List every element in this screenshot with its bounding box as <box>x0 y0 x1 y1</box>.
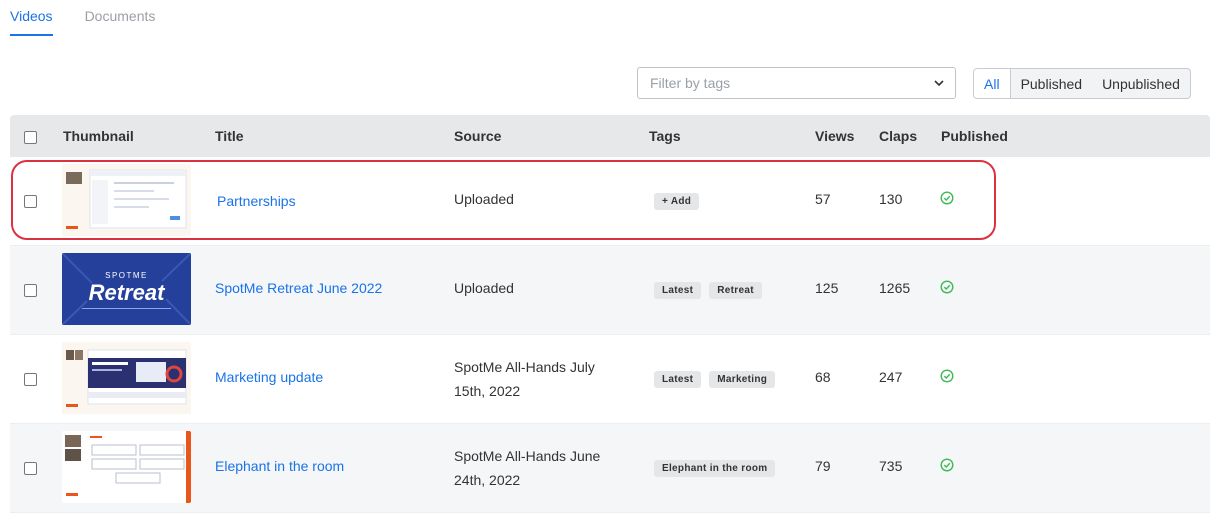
video-source: Uploaded <box>454 191 514 207</box>
select-all-checkbox[interactable] <box>24 131 37 144</box>
thumbnail-image <box>62 164 191 236</box>
tag-filter-select[interactable]: Filter by tags <box>637 67 956 99</box>
claps-count: 1265 <box>879 280 911 296</box>
source-line: 24th, 2022 <box>454 472 521 488</box>
video-title-link[interactable]: Marketing update <box>215 369 323 385</box>
row-checkbox[interactable] <box>24 195 37 208</box>
video-title-link[interactable]: SpotMe Retreat June 2022 <box>215 280 382 296</box>
tags-cell: Latest Marketing <box>654 369 783 388</box>
tag-badge[interactable]: Retreat <box>709 282 762 299</box>
table-row[interactable]: SPOTME Retreat SpotMe Retreat June 2022 … <box>10 246 1210 335</box>
tag-badge[interactable]: Elephant in the room <box>654 460 776 477</box>
source-line: SpotMe All-Hands July <box>454 359 595 375</box>
tag-filter-placeholder: Filter by tags <box>650 75 731 91</box>
claps-count: 130 <box>879 191 903 207</box>
header-claps: Claps <box>879 128 918 144</box>
table-row[interactable]: Partnerships Uploaded + Add 57 130 <box>10 157 1210 246</box>
row-checkbox[interactable] <box>24 284 37 297</box>
header-views: Views <box>815 128 855 144</box>
thumbnail-headline-text: Retreat <box>89 280 166 305</box>
table-row[interactable]: Marketing update SpotMe All-Hands July 1… <box>10 335 1210 424</box>
thumbnail-image <box>62 342 191 414</box>
video-source: Uploaded <box>454 280 514 296</box>
filter-published-button[interactable]: Published <box>1011 69 1093 98</box>
tag-badge[interactable]: Latest <box>654 371 702 388</box>
table-row[interactable]: Elephant in the room SpotMe All-Hands Ju… <box>10 424 1210 513</box>
tags-cell: + Add <box>654 191 707 210</box>
video-thumbnail[interactable] <box>62 431 191 503</box>
filter-unpublished-button[interactable]: Unpublished <box>1092 69 1190 98</box>
claps-count: 247 <box>879 369 903 385</box>
header-source: Source <box>454 128 502 144</box>
video-source: SpotMe All-Hands July 15th, 2022 <box>454 355 595 403</box>
views-count: 79 <box>815 458 831 474</box>
row-checkbox[interactable] <box>24 373 37 386</box>
filter-all-button[interactable]: All <box>974 69 1011 98</box>
row-checkbox[interactable] <box>24 462 37 475</box>
header-thumbnail: Thumbnail <box>63 128 134 144</box>
content-tabs: Videos Documents <box>10 0 187 40</box>
views-count: 57 <box>815 191 831 207</box>
tags-cell: Elephant in the room <box>654 458 783 477</box>
video-thumbnail[interactable] <box>62 164 191 236</box>
views-count: 125 <box>815 280 839 296</box>
source-line: SpotMe All-Hands June <box>454 448 601 464</box>
tag-badge[interactable]: Latest <box>654 282 702 299</box>
video-title-link[interactable]: Partnerships <box>217 193 296 209</box>
video-source: SpotMe All-Hands June 24th, 2022 <box>454 444 600 492</box>
tab-documents[interactable]: Documents <box>85 0 156 36</box>
video-title-link[interactable]: Elephant in the room <box>215 458 344 474</box>
video-thumbnail[interactable] <box>62 342 191 414</box>
published-check-icon <box>940 280 954 294</box>
tab-videos[interactable]: Videos <box>10 0 53 36</box>
header-tags: Tags <box>649 128 681 144</box>
published-check-icon <box>940 458 954 472</box>
thumbnail-image <box>62 431 191 503</box>
tags-cell: Latest Retreat <box>654 280 770 299</box>
published-check-icon <box>940 369 954 383</box>
header-title: Title <box>215 128 244 144</box>
header-published: Published <box>941 128 1008 144</box>
claps-count: 735 <box>879 458 903 474</box>
chevron-down-icon <box>934 80 944 87</box>
thumbnail-image: SPOTME Retreat <box>62 253 191 325</box>
video-thumbnail[interactable]: SPOTME Retreat <box>62 253 191 325</box>
add-tag-button[interactable]: + Add <box>654 193 700 210</box>
views-count: 68 <box>815 369 831 385</box>
videos-table: Thumbnail Title Source Tags Views Claps … <box>10 115 1210 513</box>
thumbnail-brand-text: SPOTME <box>105 271 148 280</box>
tag-badge[interactable]: Marketing <box>709 371 776 388</box>
publish-filter: All Published Unpublished <box>973 68 1191 99</box>
table-header: Thumbnail Title Source Tags Views Claps … <box>10 115 1210 157</box>
published-check-icon <box>940 191 954 205</box>
source-line: 15th, 2022 <box>454 383 521 399</box>
